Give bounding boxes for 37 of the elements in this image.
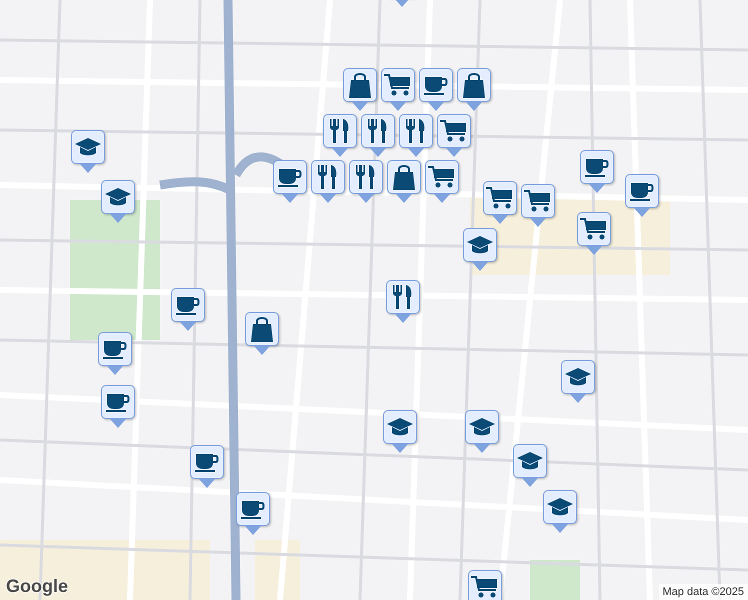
google-logo: Google [6,576,68,597]
cup-icon [106,391,130,413]
cup-icon [585,156,609,178]
graduation-cap-icon [469,418,495,436]
shopping-cart-icon [428,165,456,189]
map-view[interactable]: Google Map data ©2025 [0,0,748,600]
fork-knife-icon [392,284,414,310]
cup-icon [195,451,219,473]
cup-icon [630,180,654,202]
graduation-cap-icon [467,236,493,254]
map-data-attribution: Map data ©2025 [658,584,748,600]
shopping-bag-icon [349,72,371,98]
shopping-bag-icon [463,72,485,98]
shopping-cart-icon [486,186,514,210]
graduation-cap-icon [105,188,131,206]
shopping-cart-icon [440,119,468,143]
graduation-cap-icon [565,368,591,386]
cup-icon [241,498,265,520]
cup-icon [278,166,302,188]
cup-icon [424,74,448,96]
shopping-cart-icon [384,73,412,97]
graduation-cap-icon [517,452,543,470]
fork-knife-icon [355,164,377,190]
shopping-bag-icon [393,164,415,190]
cup-icon [176,294,200,316]
fork-knife-icon [329,118,351,144]
fork-knife-icon [317,164,339,190]
graduation-cap-icon [547,498,573,516]
graduation-cap-icon [75,138,101,156]
fork-knife-icon [405,118,427,144]
fork-knife-icon [367,118,389,144]
shopping-bag-icon [251,316,273,342]
shopping-cart-icon [471,575,499,599]
shopping-cart-icon [580,217,608,241]
cup-icon [103,338,127,360]
graduation-cap-icon [387,418,413,436]
shopping-cart-icon [524,189,552,213]
